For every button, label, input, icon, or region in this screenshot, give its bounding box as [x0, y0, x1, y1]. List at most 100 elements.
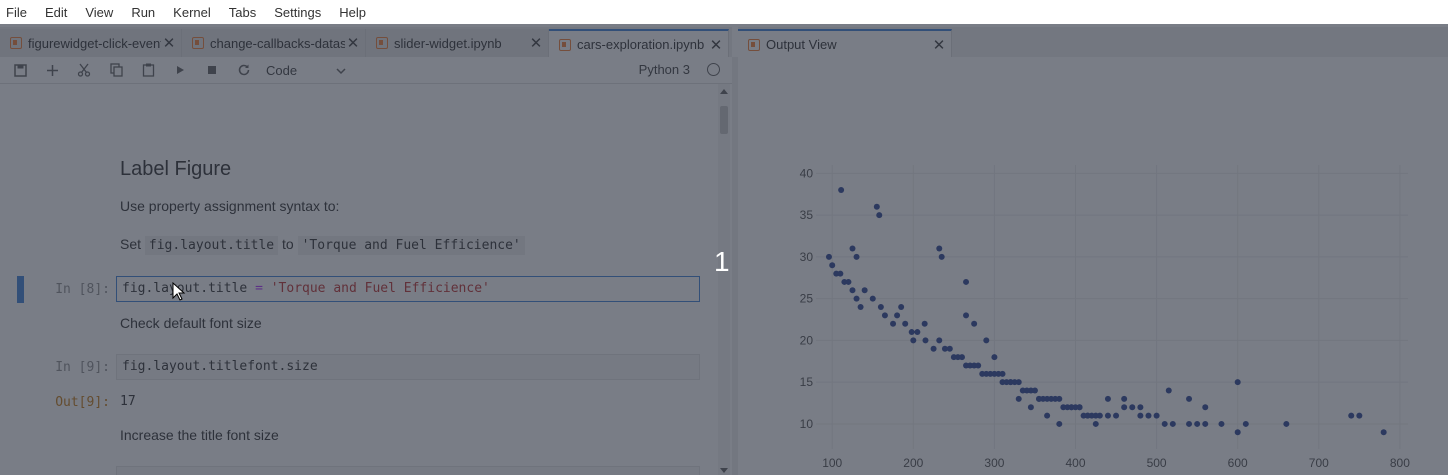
- scatter-point[interactable]: [1031, 387, 1038, 394]
- scatter-point[interactable]: [857, 304, 864, 310]
- paste-icon[interactable]: [132, 57, 164, 83]
- scatter-point[interactable]: [1186, 395, 1193, 402]
- tab-figurewidget-click-events[interactable]: figurewidget-click-events.ipynb ✕: [0, 29, 182, 57]
- scatter-point[interactable]: [1169, 420, 1176, 427]
- scatter-point[interactable]: [894, 312, 901, 319]
- scatter-point[interactable]: [1092, 420, 1099, 427]
- scatter-point[interactable]: [1153, 412, 1160, 419]
- scroll-thumb[interactable]: [720, 106, 728, 134]
- cut-icon[interactable]: [68, 57, 100, 83]
- scatter-point[interactable]: [999, 370, 1006, 377]
- scatter-point[interactable]: [1015, 395, 1022, 402]
- scatter-point[interactable]: [1068, 404, 1075, 411]
- scatter-point[interactable]: [1121, 404, 1128, 411]
- close-icon[interactable]: ✕: [708, 36, 724, 54]
- active-cell-indicator[interactable]: [17, 276, 24, 303]
- scatter-point[interactable]: [1056, 420, 1063, 427]
- scatter-point[interactable]: [1027, 404, 1034, 411]
- scatter-point[interactable]: [1137, 412, 1144, 419]
- scroll-up-icon[interactable]: [720, 89, 728, 94]
- scatter-point[interactable]: [1348, 412, 1355, 419]
- menu-view[interactable]: View: [76, 5, 122, 20]
- scatter-point[interactable]: [877, 304, 884, 310]
- scatter-point[interactable]: [845, 278, 852, 285]
- scatter-point[interactable]: [936, 337, 943, 344]
- tab-change-callbacks-datashader[interactable]: change-callbacks-datashader.ipynb ✕: [182, 29, 366, 57]
- tab-slider-widget[interactable]: slider-widget.ipynb ✕: [366, 29, 549, 57]
- scatter-point[interactable]: [936, 245, 943, 252]
- scatter-point[interactable]: [837, 270, 844, 277]
- scatter-point[interactable]: [902, 320, 909, 327]
- scatter-point[interactable]: [1056, 395, 1063, 402]
- scatter-point[interactable]: [908, 329, 915, 336]
- stop-icon[interactable]: [196, 57, 228, 83]
- scatter-point[interactable]: [890, 320, 897, 327]
- scatter-point[interactable]: [1165, 387, 1172, 394]
- scatter-point[interactable]: [1104, 395, 1111, 402]
- scatter-point[interactable]: [1129, 404, 1136, 411]
- scatter-point[interactable]: [869, 295, 876, 302]
- scatter-point[interactable]: [921, 320, 928, 327]
- scatter-point[interactable]: [963, 312, 970, 319]
- scatter-point[interactable]: [1113, 412, 1120, 419]
- tab-output-view[interactable]: Output View ✕: [738, 29, 952, 58]
- close-icon[interactable]: ✕: [161, 34, 177, 52]
- scatter-point[interactable]: [881, 312, 888, 319]
- scatter-point[interactable]: [1104, 412, 1111, 419]
- scatter-point[interactable]: [829, 262, 836, 269]
- code-cell-input[interactable]: fig.layout.titlefont.size: [116, 354, 700, 380]
- scatter-point[interactable]: [1044, 412, 1051, 419]
- scatter-point[interactable]: [1202, 404, 1209, 411]
- scatter-point[interactable]: [825, 253, 832, 260]
- scatter-point[interactable]: [1234, 429, 1241, 436]
- close-icon[interactable]: ✕: [931, 36, 947, 54]
- scatter-point[interactable]: [963, 278, 970, 285]
- scatter-point[interactable]: [849, 245, 856, 252]
- cell-type-dropdown[interactable]: Code: [266, 63, 346, 78]
- add-cell-icon[interactable]: [36, 57, 68, 83]
- scatter-point[interactable]: [1137, 404, 1144, 411]
- scatter-point[interactable]: [1186, 420, 1193, 427]
- scatter-point[interactable]: [1283, 420, 1290, 427]
- scatter-point[interactable]: [1084, 412, 1091, 419]
- run-icon[interactable]: [164, 57, 196, 83]
- menu-kernel[interactable]: Kernel: [164, 5, 220, 20]
- scatter-point[interactable]: [1194, 420, 1201, 427]
- scatter-point[interactable]: [838, 187, 845, 194]
- scatter-point[interactable]: [938, 253, 945, 260]
- scroll-down-icon[interactable]: [720, 468, 728, 473]
- scatter-point[interactable]: [853, 253, 860, 260]
- scatter-point[interactable]: [914, 329, 921, 336]
- scatter-point[interactable]: [873, 203, 880, 210]
- scatter-point[interactable]: [1096, 412, 1103, 419]
- scatter-point[interactable]: [910, 337, 917, 344]
- scatter-point[interactable]: [1145, 412, 1152, 419]
- scatter-point[interactable]: [1015, 379, 1022, 386]
- scatter-point[interactable]: [971, 320, 978, 327]
- scatter-point[interactable]: [1356, 412, 1363, 419]
- scatter-point[interactable]: [1202, 420, 1209, 427]
- code-cell-input[interactable]: fig.layout.title = 'Torque and Fuel Effi…: [116, 276, 700, 302]
- restart-icon[interactable]: [228, 57, 260, 83]
- scatter-point[interactable]: [876, 212, 883, 219]
- scatter-point[interactable]: [991, 354, 998, 361]
- scatter-point[interactable]: [975, 362, 982, 369]
- scatter-point[interactable]: [861, 287, 868, 294]
- notebook-scrollbar[interactable]: [718, 84, 730, 475]
- close-icon[interactable]: ✕: [345, 34, 361, 52]
- menu-edit[interactable]: Edit: [36, 5, 76, 20]
- scatter-point[interactable]: [898, 304, 905, 310]
- menu-settings[interactable]: Settings: [265, 5, 330, 20]
- menu-help[interactable]: Help: [330, 5, 375, 20]
- kernel-name[interactable]: Python 3: [639, 62, 690, 77]
- save-icon[interactable]: [4, 57, 36, 83]
- menu-run[interactable]: Run: [122, 5, 164, 20]
- scatter-point[interactable]: [1242, 420, 1249, 427]
- scatter-point[interactable]: [922, 337, 929, 344]
- scatter-point[interactable]: [930, 345, 937, 352]
- close-icon[interactable]: ✕: [528, 34, 544, 52]
- code-cell-input[interactable]: [116, 466, 700, 475]
- scatter-chart[interactable]: 10 15 20 25 30 35 40 100 200 300 400 500 600 700 800: [738, 57, 1448, 475]
- scatter-point[interactable]: [1218, 420, 1225, 427]
- scatter-point[interactable]: [1234, 379, 1241, 386]
